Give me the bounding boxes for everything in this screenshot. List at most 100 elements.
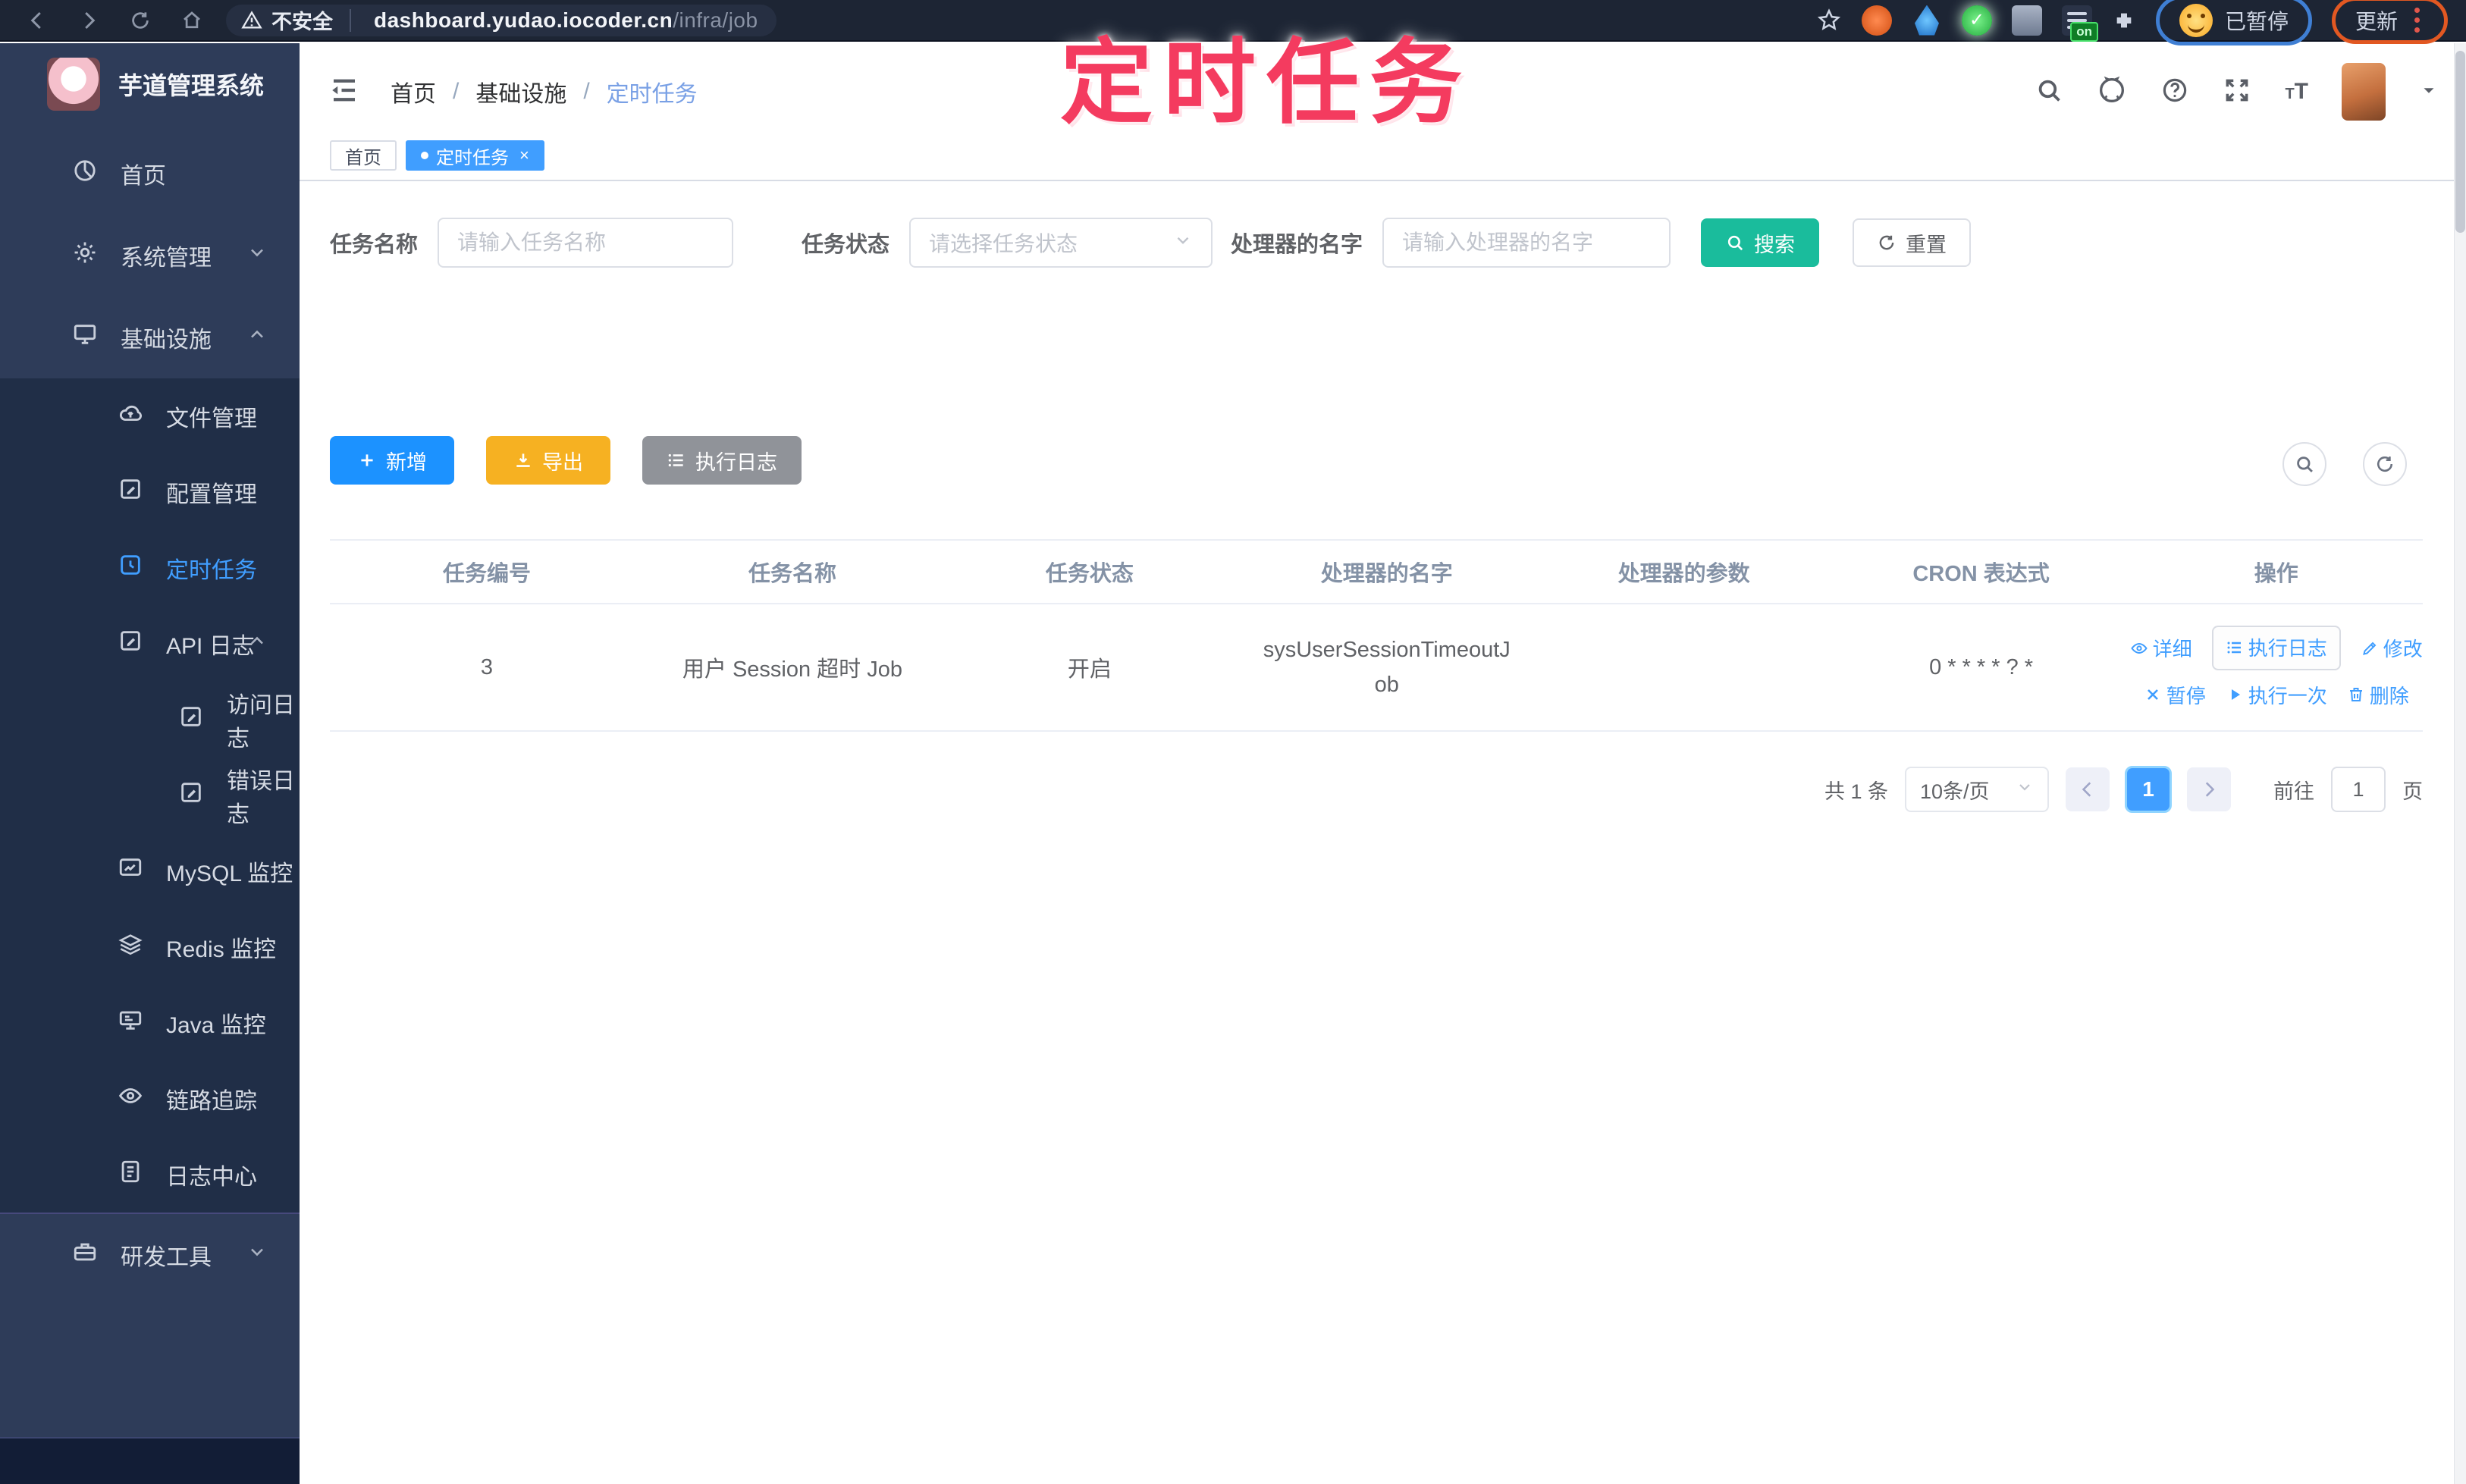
main-area: 首页 / 基础设施 / 定时任务 TT 首页 定时任务 × 任务名称 请输入任务… [300, 43, 2466, 1484]
pause-link[interactable]: 暂停 [2144, 681, 2206, 709]
detail-link-label: 详细 [2152, 638, 2192, 660]
browser-refresh-icon[interactable] [129, 9, 152, 32]
chevron-up-icon [246, 324, 268, 351]
scrollbar-thumb[interactable] [2455, 51, 2465, 233]
url-path: /infra/job [673, 8, 758, 32]
timer-icon [118, 552, 143, 584]
sidebar-item-label: 日志中心 [166, 1165, 257, 1190]
font-size-icon[interactable]: TT [2285, 79, 2308, 105]
sidebar-collapse-icon[interactable] [328, 74, 360, 110]
help-icon[interactable] [2160, 76, 2189, 108]
sidebar-item-redis-monitor[interactable]: Redis 监控 [0, 909, 300, 985]
address-url[interactable]: dashboard.yudao.iocoder.cn/infra/job [374, 8, 758, 33]
chevron-down-icon [2016, 778, 2034, 802]
add-button[interactable]: 新增 [330, 436, 454, 485]
extension-puzzle-icon[interactable] [2112, 8, 2136, 33]
sidebar-item-trace[interactable]: 链路追踪 [0, 1061, 300, 1137]
task-status-label: 任务状态 [802, 233, 890, 257]
bookmark-star-icon[interactable] [1816, 8, 1842, 33]
exec-log-link[interactable]: 执行日志 [2226, 633, 2327, 661]
api-log-icon [118, 628, 143, 660]
column-header-job-name: 任务名称 [748, 562, 836, 586]
task-status-select[interactable]: 请选择任务状态 [909, 218, 1213, 268]
detail-link[interactable]: 详细 [2130, 634, 2192, 662]
column-header-job-id: 任务编号 [442, 562, 531, 586]
browser-home-icon[interactable] [180, 9, 203, 32]
brand-title: 芋道管理系统 [118, 72, 265, 99]
sidebar: 芋道管理系统 首页 系统管理 基础设施 文件管理 配置管理 定时任务 API 日… [0, 43, 300, 1484]
mysql-monitor-icon [118, 855, 143, 887]
dashboard-icon [72, 158, 98, 190]
sidebar-item-dev-tools[interactable]: 研发工具 [0, 1214, 300, 1296]
user-avatar[interactable] [2342, 63, 2386, 121]
window-scrollbar[interactable] [2454, 43, 2466, 1484]
tab-label: 定时任务 [436, 147, 509, 168]
exec-log-button[interactable]: 执行日志 [642, 436, 802, 485]
sidebar-item-java-monitor[interactable]: Java 监控 [0, 985, 300, 1061]
refresh-table-button[interactable] [2363, 442, 2407, 486]
divider [350, 8, 351, 32]
sidebar-item-config-management[interactable]: 配置管理 [0, 454, 300, 530]
sidebar-item-infrastructure[interactable]: 基础设施 [0, 296, 300, 378]
breadcrumb-current: 定时任务 [606, 82, 698, 107]
toggle-search-button[interactable] [2282, 442, 2326, 486]
handler-name-input[interactable] [1382, 218, 1671, 268]
sidebar-item-access-log[interactable]: 访问日志 [0, 682, 300, 758]
browser-menu-icon[interactable] [2410, 8, 2424, 33]
user-menu-caret-icon[interactable] [2419, 80, 2439, 104]
sidebar-item-scheduled-tasks[interactable]: 定时任务 [0, 530, 300, 606]
breadcrumb: 首页 / 基础设施 / 定时任务 [391, 75, 698, 108]
sidebar-item-file-management[interactable]: 文件管理 [0, 378, 300, 454]
emoji-avatar-icon[interactable] [2179, 3, 2213, 37]
reset-button[interactable]: 重置 [1853, 218, 1972, 267]
sidebar-item-api-log[interactable]: API 日志 [0, 606, 300, 682]
extension-icon-list[interactable]: on [2061, 5, 2098, 42]
breadcrumb-infrastructure[interactable]: 基础设施 [475, 75, 566, 108]
next-page-button[interactable] [2187, 767, 2231, 811]
task-name-input[interactable] [438, 218, 734, 268]
redis-monitor-icon [118, 931, 143, 963]
fullscreen-icon[interactable] [2223, 76, 2251, 108]
github-icon[interactable] [2097, 75, 2127, 109]
update-annotation-oval: 更新 [2331, 0, 2448, 44]
extension-icon-orange[interactable] [1861, 5, 1892, 36]
update-button[interactable]: 更新 [2355, 5, 2398, 36]
extension-icon-green-check[interactable]: ✓ [1961, 5, 1992, 36]
breadcrumb-home[interactable]: 首页 [391, 75, 436, 108]
search-icon[interactable] [2035, 76, 2063, 108]
sidebar-item-system-management[interactable]: 系统管理 [0, 215, 300, 296]
extension-icon-grid[interactable] [2011, 5, 2042, 36]
tab-scheduled-tasks[interactable]: 定时任务 × [406, 140, 544, 171]
close-tab-icon[interactable]: × [519, 146, 529, 165]
brand-logo-avatar [47, 58, 100, 111]
column-header-actions: 操作 [2254, 562, 2298, 586]
sidebar-item-label: 定时任务 [166, 558, 257, 583]
gear-icon [72, 240, 98, 271]
prev-page-button[interactable] [2066, 767, 2110, 811]
edit-link-label: 修改 [2383, 638, 2423, 660]
browser-forward-icon[interactable] [77, 9, 100, 32]
pagination: 共 1 条 10条/页 1 前往 页 [330, 766, 2423, 813]
page-size-select[interactable]: 10条/页 [1905, 767, 2049, 812]
chevron-down-icon [246, 242, 268, 269]
tab-home[interactable]: 首页 [330, 140, 397, 171]
browser-back-icon[interactable] [26, 9, 49, 32]
sidebar-item-error-log[interactable]: 错误日志 [0, 758, 300, 833]
extension-icon-blue[interactable] [1914, 5, 1939, 36]
sidebar-item-log-center[interactable]: 日志中心 [0, 1137, 300, 1213]
sidebar-item-home[interactable]: 首页 [0, 133, 300, 215]
goto-page-input[interactable] [2331, 767, 2386, 812]
sidebar-item-mysql-monitor[interactable]: MySQL 监控 [0, 833, 300, 909]
sidebar-item-label: 访问日志 [227, 693, 295, 751]
table-tools [2282, 442, 2407, 486]
breadcrumb-separator: / [453, 79, 460, 104]
edit-link[interactable]: 修改 [2361, 634, 2423, 662]
site-security-chip[interactable]: 不安全 dashboard.yudao.iocoder.cn/infra/job [226, 4, 777, 36]
page-number-1[interactable]: 1 [2125, 766, 2172, 813]
search-button[interactable]: 搜索 [1701, 218, 1820, 267]
sidebar-item-label: 链路追踪 [166, 1089, 257, 1114]
run-once-link[interactable]: 执行一次 [2226, 681, 2327, 709]
export-button[interactable]: 导出 [486, 436, 610, 485]
delete-link[interactable]: 删除 [2347, 681, 2409, 709]
column-header-handler-name: 处理器的名字 [1320, 562, 1453, 586]
